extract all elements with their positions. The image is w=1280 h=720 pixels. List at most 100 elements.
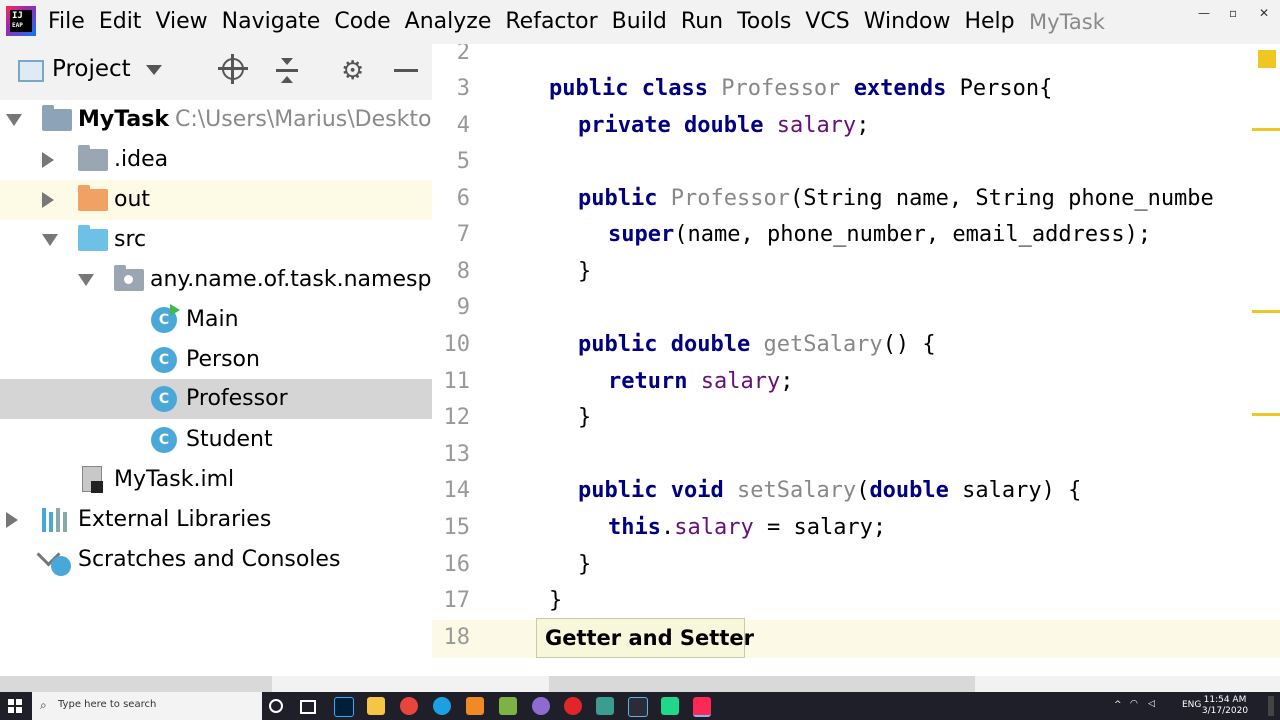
tree-row-student[interactable]: C Student	[0, 420, 432, 460]
tree-row-out[interactable]: out	[0, 180, 432, 220]
menu-run[interactable]: Run	[681, 6, 723, 38]
locate-icon[interactable]	[218, 54, 248, 84]
cortana-icon[interactable]	[269, 699, 283, 713]
libraries-icon	[42, 508, 70, 532]
file-explorer-icon[interactable]	[367, 697, 385, 715]
code-line-7: super(name, phone_number, email_address)…	[608, 222, 1152, 247]
chevron-up-icon[interactable]: ^	[1114, 700, 1122, 710]
opera-icon[interactable]	[564, 697, 582, 715]
intellij-logo-icon: IJ EAP	[6, 6, 36, 36]
code-editor[interactable]: 2 3 4 5 6 7 8 9 10 11 12 13 14 15 16 17 …	[432, 44, 1280, 676]
network-icon[interactable]: ◠	[1130, 699, 1138, 709]
vlc-icon[interactable]	[466, 697, 484, 715]
window-minimize-button[interactable]: —	[1198, 6, 1210, 20]
error-stripe-marker[interactable]	[1252, 310, 1280, 313]
tree-label: MyTask.iml	[114, 467, 235, 492]
tree-row-person[interactable]: C Person	[0, 340, 432, 380]
tree-row-external-libraries[interactable]: External Libraries	[0, 500, 432, 540]
code-line-12: }	[578, 405, 592, 430]
tree-label: any.name.of.task.namespace	[150, 267, 432, 292]
menu-build[interactable]: Build	[612, 6, 667, 38]
menu-vcs[interactable]: VCS	[805, 6, 849, 38]
tree-row-professor[interactable]: C Professor	[0, 379, 432, 419]
edge-icon[interactable]	[433, 697, 451, 715]
taskbar-clock[interactable]: 11:54 AM 3/17/2020	[1200, 695, 1250, 717]
menu-refactor[interactable]: Refactor	[505, 6, 597, 38]
intellij-taskbar-icon[interactable]	[693, 697, 711, 717]
app-icon[interactable]	[532, 697, 550, 715]
clock-date: 3/17/2020	[1201, 706, 1249, 716]
chevron-right-icon[interactable]	[42, 152, 54, 168]
chevron-down-icon[interactable]	[146, 65, 162, 75]
gear-icon[interactable]: ⚙	[341, 58, 364, 84]
tree-row-mytask[interactable]: MyTask C:\Users\Marius\Desktop	[0, 100, 432, 140]
photoshop-icon[interactable]	[334, 697, 354, 717]
class-icon: C	[151, 347, 177, 373]
tree-row-idea[interactable]: .idea	[0, 140, 432, 180]
line-number: 12	[443, 405, 471, 430]
chevron-down-icon[interactable]	[42, 234, 58, 246]
project-view-selector[interactable]: Project	[52, 56, 131, 82]
app-icon[interactable]	[628, 697, 648, 717]
collapse-all-icon[interactable]	[276, 58, 298, 84]
app-icon[interactable]	[499, 697, 517, 715]
line-number: 11	[443, 369, 471, 394]
volume-icon[interactable]: ◁	[1148, 699, 1155, 709]
editor-horizontal-scrollbar[interactable]	[549, 676, 975, 692]
tree-label: Scratches and Consoles	[78, 547, 341, 572]
tree-row-package[interactable]: any.name.of.task.namespace	[0, 260, 432, 300]
tree-label: Main	[186, 307, 239, 332]
chevron-right-icon[interactable]	[42, 192, 54, 208]
tree-row-iml[interactable]: MyTask.iml	[0, 460, 432, 500]
chrome-icon[interactable]	[400, 697, 418, 715]
line-number: 6	[456, 186, 470, 211]
task-view-icon[interactable]	[300, 700, 316, 714]
tree-row-main[interactable]: C Main	[0, 300, 432, 340]
code-line-17: }	[549, 588, 563, 613]
menu-navigate[interactable]: Navigate	[222, 6, 321, 38]
chevron-down-icon[interactable]	[6, 114, 22, 126]
tree-row-scratches[interactable]: Scratches and Consoles	[0, 540, 432, 580]
code-line-6: public Professor(String name, String pho…	[578, 186, 1214, 211]
package-icon	[114, 265, 144, 291]
windows-taskbar: ⌕ Type here to search ^ ◠ ◁ ENG 11:54 AM…	[0, 692, 1280, 720]
search-icon: ⌕	[40, 698, 47, 712]
window-restore-button[interactable]: ▫	[1229, 6, 1237, 20]
menu-view[interactable]: View	[155, 6, 207, 38]
error-stripe-marker[interactable]	[1252, 128, 1280, 131]
error-stripe-marker[interactable]	[1252, 413, 1280, 416]
logo-text-bottom: EAP	[12, 22, 23, 29]
menu-bar: IJ EAP File Edit View Navigate Code Anal…	[0, 0, 1280, 44]
tree-label: Person	[186, 347, 260, 372]
tree-label: out	[114, 187, 151, 212]
language-indicator[interactable]: ENG	[1182, 700, 1201, 710]
tree-horizontal-scrollbar[interactable]	[0, 676, 272, 692]
app-icon[interactable]	[596, 697, 614, 715]
show-desktop-button[interactable]	[1268, 696, 1274, 716]
window-close-button[interactable]: ✕	[1259, 6, 1269, 20]
class-icon: C	[151, 386, 177, 412]
tree-row-src[interactable]: src	[0, 220, 432, 260]
search-placeholder: Type here to search	[58, 699, 157, 710]
menu-analyze[interactable]: Analyze	[405, 6, 492, 38]
hide-panel-icon[interactable]	[394, 69, 418, 72]
windows-start-icon[interactable]	[8, 699, 22, 713]
module-folder-icon	[42, 105, 72, 131]
taskbar-search-box[interactable]: ⌕ Type here to search	[32, 692, 262, 720]
chevron-down-icon[interactable]	[78, 274, 94, 286]
menu-file[interactable]: File	[48, 6, 85, 38]
pycharm-icon[interactable]	[661, 697, 679, 715]
inspection-status-icon[interactable]	[1258, 50, 1276, 68]
code-line-11: return salary;	[608, 369, 794, 394]
getter-setter-tooltip[interactable]: Getter and Setter	[536, 618, 754, 658]
menu-window[interactable]: Window	[864, 6, 951, 38]
menu-edit[interactable]: Edit	[99, 6, 142, 38]
chevron-right-icon[interactable]	[6, 512, 18, 528]
code-line-3: public class Professor extends Person{	[549, 76, 1053, 101]
line-number: 9	[456, 295, 470, 320]
menu-tools[interactable]: Tools	[737, 6, 791, 38]
menu-code[interactable]: Code	[334, 6, 390, 38]
tree-label: MyTask	[78, 107, 169, 132]
menu-help[interactable]: Help	[964, 6, 1014, 38]
iml-file-icon	[82, 466, 103, 493]
